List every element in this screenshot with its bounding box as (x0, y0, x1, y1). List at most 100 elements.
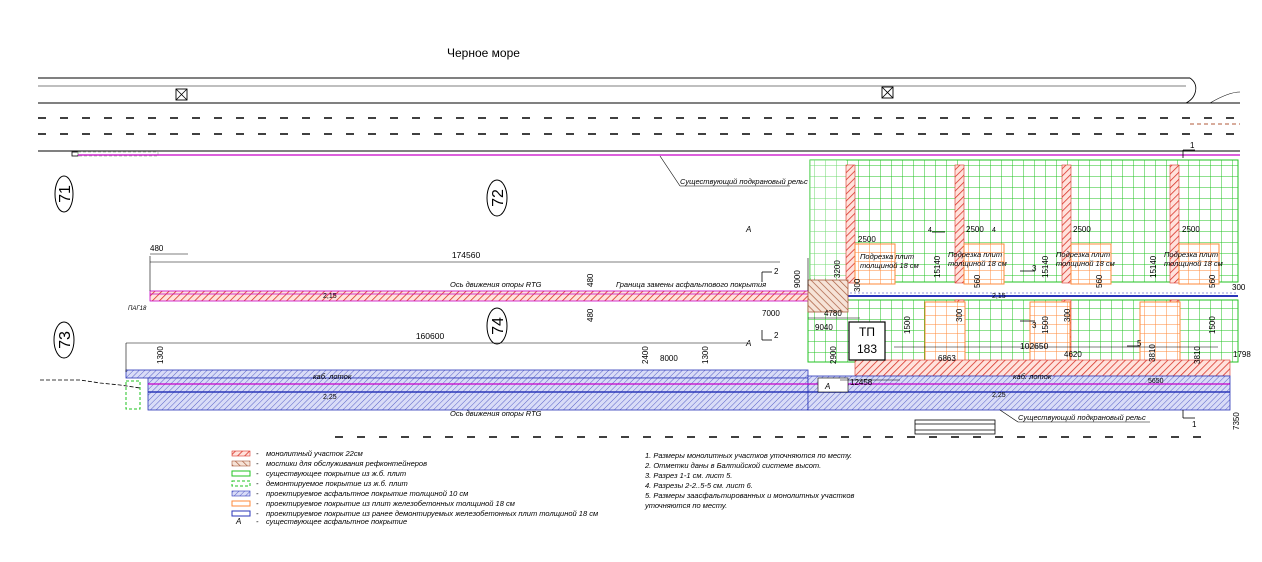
dim-9000: 9000 (793, 270, 802, 288)
dim-3810-a: 3810 (1148, 344, 1157, 362)
legend-item: существующее асфальтное покрытие (266, 517, 407, 526)
rtg-axis-lower-label: Ось движения опоры RTG (450, 409, 542, 418)
note-4: 4. Разрезы 2-2..5-5 см. лист 6. (645, 481, 753, 490)
dim-300-b: 300 (1232, 283, 1246, 292)
dim-300-a: 300 (853, 278, 862, 292)
elev-upper-left: 2,15 (323, 293, 337, 300)
dim-480-b: 480 (586, 273, 595, 287)
cut-slab-2: Подрезка плит (948, 250, 1002, 259)
dim-560-b: 560 (1095, 274, 1104, 288)
legend-item: проектируемое асфальтное покрытие толщин… (266, 489, 468, 498)
dim-2500-d: 2500 (1182, 225, 1200, 234)
berth-74: 74 (490, 317, 507, 335)
legend: А - - - - - - - - монолитный участок 22с… (231, 449, 598, 526)
cut-slab-1b: толщиной 18 см (860, 261, 919, 270)
cut-slab-4b: толщиной 18 см (1164, 259, 1223, 268)
rtg-axis-upper-label: Ось движения опоры RTG (450, 280, 542, 289)
svg-text:-: - (256, 459, 259, 468)
legend-swatch-monolithic (231, 450, 251, 457)
legend-swatch-asphalt (231, 490, 251, 497)
dim-4620: 4620 (1064, 350, 1082, 359)
dim-1300-a: 1300 (156, 346, 165, 364)
svg-text:-: - (256, 469, 259, 478)
legend-swatch-removed-slabs (231, 480, 251, 487)
legend-swatch-new-slabs (231, 500, 251, 507)
note-3: 3. Разрез 1-1 см. лист 5. (645, 471, 732, 480)
svg-text:-: - (256, 449, 259, 458)
pag-label: ПАГ18 (128, 306, 147, 312)
cable-tray-right: каб. лоток (1013, 372, 1052, 381)
asphalt-marker-a3: А (824, 382, 830, 391)
dim-12458: 12458 (850, 378, 873, 387)
legend-swatch-reused-slabs (231, 510, 251, 517)
dim-5650: 5650 (1148, 378, 1164, 385)
dim-2400: 2400 (641, 346, 650, 364)
note-2: 2. Отметки даны в Балтийской системе выс… (644, 461, 821, 470)
dim-3200: 3200 (833, 260, 842, 278)
elev-lower-left: 2,25 (323, 394, 337, 401)
section-1-top: 1 (1190, 141, 1195, 150)
note-1: 1. Размеры монолитных участков уточняютс… (645, 451, 852, 460)
dim-8000: 8000 (660, 354, 678, 363)
legend-swatch-letter: А (235, 517, 241, 526)
dim-15140-a: 15140 (933, 255, 942, 278)
legend-item: проектируемое покрытие из плит железобет… (266, 499, 515, 508)
dim-102650: 102650 (1020, 341, 1049, 351)
legend-swatch-bridges (231, 460, 251, 467)
section-2-bottom: 2 (774, 331, 779, 340)
asphalt-marker-a2: А (745, 339, 751, 348)
sleeper-symbol (914, 419, 996, 435)
cut-slab-3b: толщиной 18 см (1056, 259, 1115, 268)
section-3-top: 3 (1032, 264, 1037, 273)
berth-73: 73 (57, 331, 74, 349)
dim-9040: 9040 (815, 323, 833, 332)
dim-1798: 1798 (1233, 350, 1251, 359)
sea-title: Черное море (447, 46, 520, 60)
dim-7350: 7350 (1232, 412, 1241, 430)
dim-480-c: 480 (586, 308, 595, 322)
dim-3810-b: 3810 (1193, 346, 1202, 364)
berth-71: 71 (57, 185, 74, 203)
dim-4780: 4780 (824, 309, 842, 318)
note-5: 5. Размеры заасфальтированных и монолитн… (645, 491, 854, 500)
dim-2500-b: 2500 (966, 225, 984, 234)
section-4-right: 4 (992, 227, 996, 234)
section-3-bottom: 3 (1032, 321, 1037, 330)
dim-2500-c: 2500 (1073, 225, 1091, 234)
legend-item: мостики для обслуживания рефконтейнеров (266, 459, 427, 468)
svg-text:-: - (256, 499, 259, 508)
dim-1500-c: 1500 (1208, 316, 1217, 334)
quay-road (38, 77, 1241, 157)
legend-item: монолитный участок 22см (266, 449, 363, 458)
legend-item: существующее покрытие из ж.б. плит (266, 469, 406, 478)
crane-rail-top-label: Существующий подкрановый рельс (680, 177, 808, 186)
section-4-left: 4 (928, 227, 932, 234)
note-5-cont: уточняются по месту. (644, 501, 727, 510)
dim-1500-b: 1500 (1041, 316, 1050, 334)
site-plan-drawing: Черное море Существующий подкрановый рел… (38, 46, 1251, 526)
dim-2900: 2900 (829, 346, 838, 364)
crane-rail-bottom-label: Существующий подкрановый рельс (1018, 413, 1146, 422)
cut-slab-3: Подрезка плит (1056, 250, 1110, 259)
legend-swatch-existing-slabs (231, 470, 251, 477)
dim-15140-c: 15140 (1149, 255, 1158, 278)
section-2-top: 2 (774, 267, 779, 276)
notes: 1. Размеры монолитных участков уточняютс… (644, 451, 854, 510)
dim-300-c: 300 (955, 308, 964, 322)
berth-72: 72 (490, 189, 507, 207)
svg-text:-: - (256, 489, 259, 498)
dim-480-a: 480 (150, 244, 164, 253)
dim-300-d: 300 (1063, 308, 1072, 322)
dim-1300-b: 1300 (701, 346, 710, 364)
dim-7000: 7000 (762, 309, 780, 318)
asphalt-marker-a1: А (745, 225, 751, 234)
legend-item: демонтируемое покрытие из ж.б. плит (266, 479, 408, 488)
dim-1500-a: 1500 (903, 316, 912, 334)
substation-number: 183 (857, 342, 877, 356)
dim-2500-a: 2500 (858, 235, 876, 244)
section-1-bottom: 1 (1192, 420, 1197, 429)
substation-label: ТП (859, 325, 875, 339)
cut-slab-1: Подрезка плит (860, 252, 914, 261)
cable-tray-left: каб. лоток (313, 372, 352, 381)
elev-upper-right: 2,15 (992, 293, 1006, 300)
